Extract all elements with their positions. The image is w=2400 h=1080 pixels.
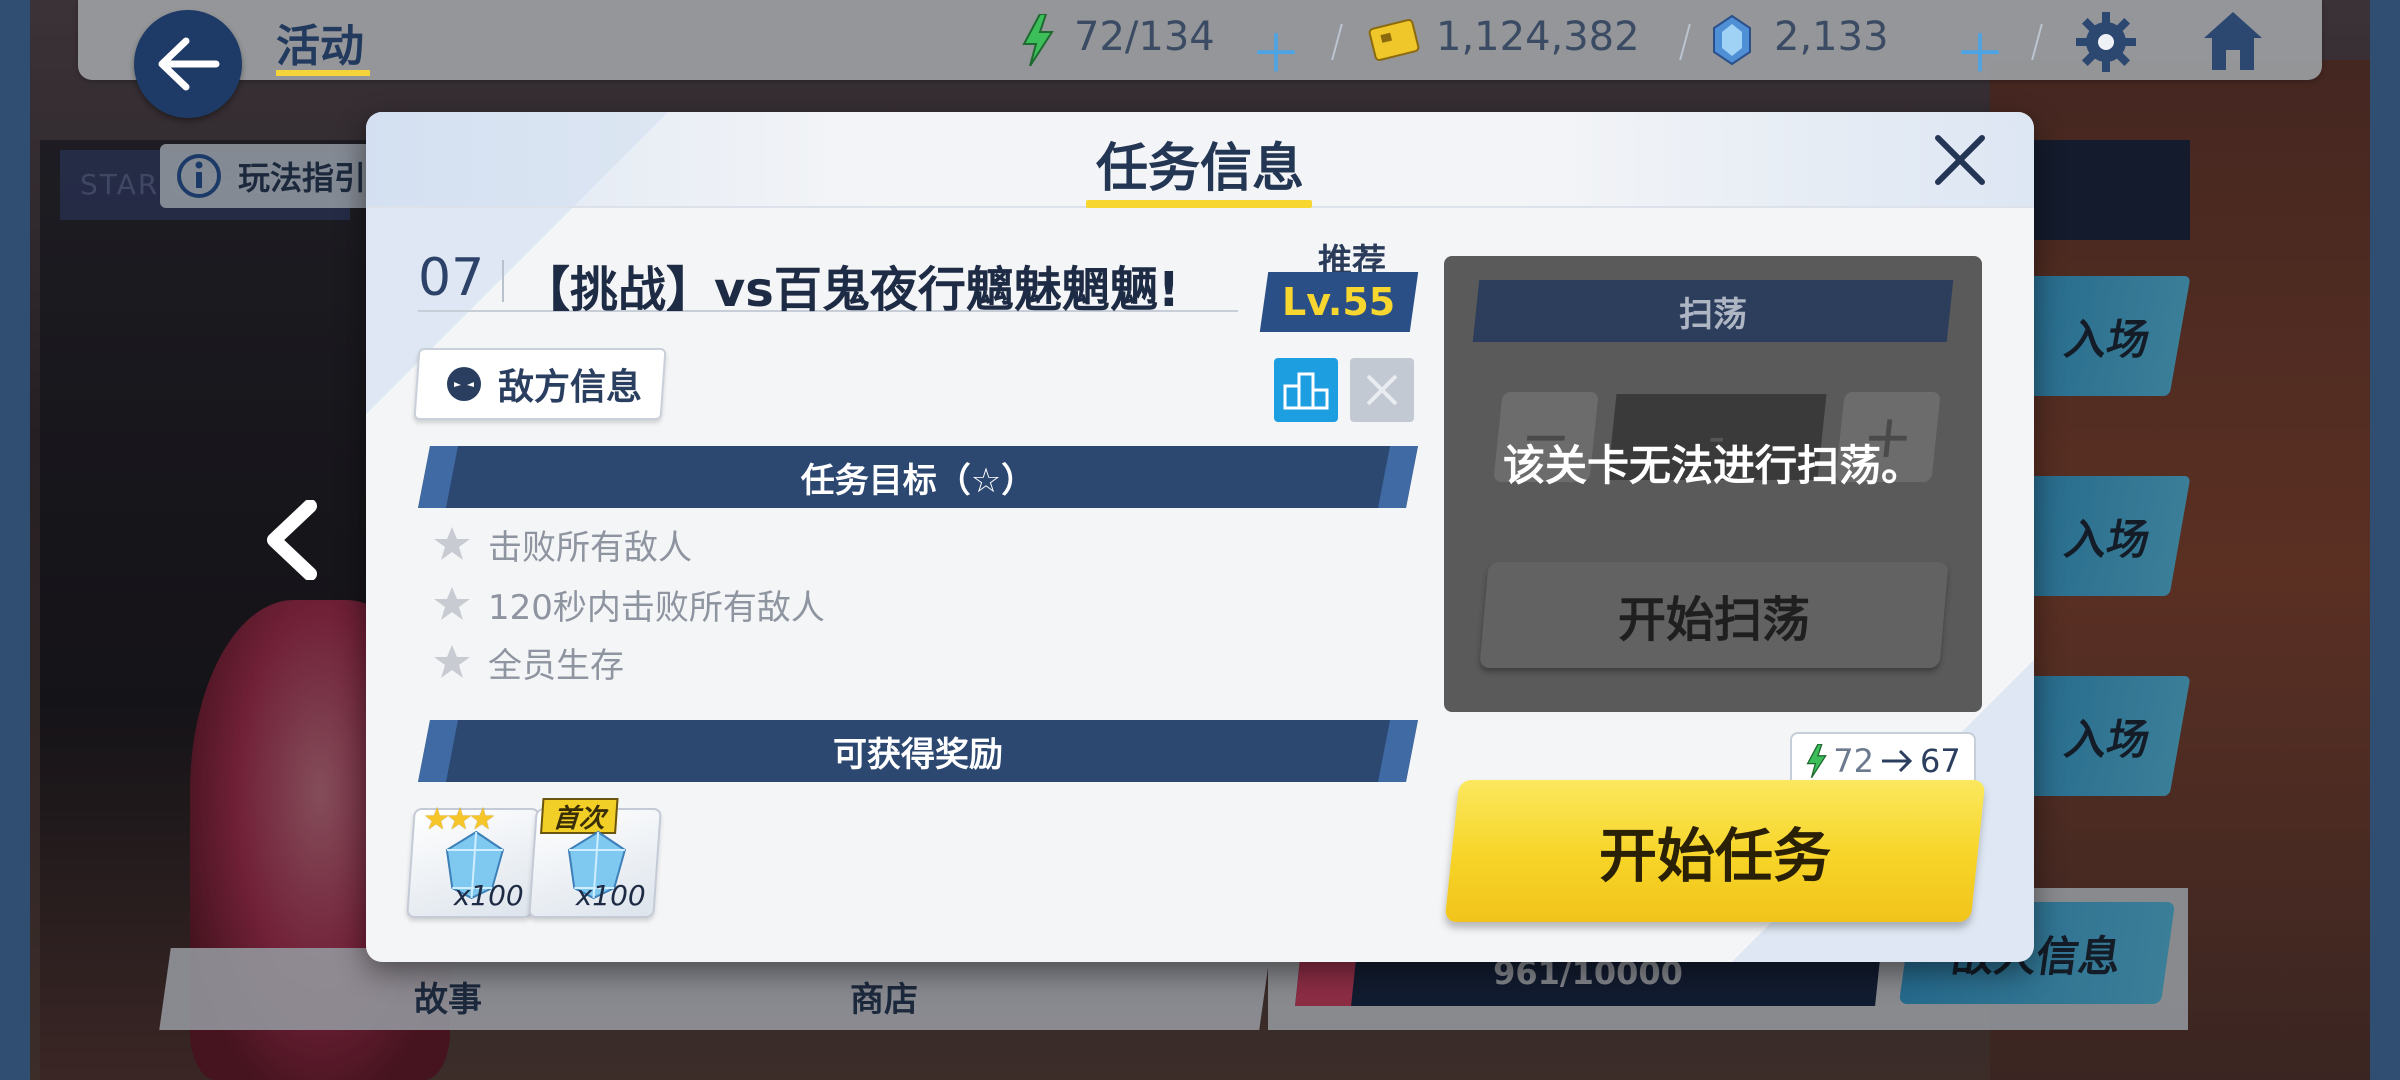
objective-item: 全员生存 [432, 638, 624, 686]
credits-counter: 1,124,382 [1436, 14, 1640, 60]
credit-card-icon [1368, 19, 1420, 61]
lightning-icon [1806, 744, 1828, 778]
title-underline [1086, 200, 1312, 208]
close-icon[interactable] [1930, 130, 1990, 190]
recommend-level-badge: Lv.55 [1259, 272, 1419, 332]
rewards-header-label: 可获得奖励 [833, 734, 1003, 775]
reward-item[interactable]: 首次 x100 [528, 798, 662, 918]
stage-number: 07 [418, 248, 485, 308]
star-outline-icon [434, 645, 470, 678]
first-clear-tag: 首次 [540, 798, 619, 834]
ap-counter: 72/134 [1074, 14, 1215, 60]
arrow-right-icon [1882, 749, 1913, 773]
start-mission-button[interactable]: 开始任务 [1444, 780, 1986, 922]
disabled-icon [1350, 358, 1414, 422]
objective-text: 120秒内击败所有敌人 [488, 587, 825, 628]
objectives-header: 任务目标（☆） [418, 446, 1418, 508]
building-icon [1283, 372, 1329, 410]
sweep-header: 扫荡 [1472, 280, 1954, 342]
terrain-city-icon[interactable] [1274, 358, 1338, 422]
reward-count: x100 [575, 879, 646, 912]
star-outline-icon [434, 527, 470, 560]
dialog-title: 任务信息 [1095, 139, 1304, 199]
arrow-left-icon [158, 37, 220, 91]
reward-item[interactable]: ★★★ x100 [406, 802, 540, 918]
chevron-left-icon[interactable] [262, 500, 322, 580]
objective-text: 全员生存 [488, 645, 624, 686]
start-mission-label: 开始任务 [1598, 822, 1831, 890]
cross-icon [1366, 374, 1398, 406]
sweep-unavailable-message: 该关卡无法进行扫荡。 [1502, 441, 1923, 490]
divider [502, 260, 504, 302]
star-outline-icon [434, 587, 470, 620]
recommend-level: Lv.55 [1282, 280, 1396, 324]
enemy-info-label: 敌方信息 [498, 367, 643, 408]
objective-item: 120秒内击败所有敌人 [432, 580, 825, 628]
ap-from: 72 [1833, 742, 1874, 780]
home-icon[interactable] [2200, 8, 2266, 74]
stage-title-row: 07 【挑战】vs百鬼夜行魑魅魍魉! [418, 248, 1238, 318]
add-ap-button[interactable]: ＋ [1250, 12, 1302, 87]
settings-gear-icon[interactable] [2074, 10, 2138, 74]
objective-text: 击败所有敌人 [488, 527, 692, 568]
title-underline [276, 70, 370, 76]
page-title: 活动 [276, 21, 364, 72]
sweep-header-label: 扫荡 [1679, 294, 1747, 335]
stage-name: 【挑战】vs百鬼夜行魑魅魍魉! [522, 262, 1180, 318]
gems-counter: 2,133 [1774, 14, 1889, 60]
enemy-skull-icon [447, 367, 481, 401]
back-button[interactable] [134, 10, 242, 118]
lightning-icon [1022, 14, 1054, 66]
enemy-info-button[interactable]: 敌方信息 [413, 348, 667, 420]
add-gems-button[interactable]: ＋ [1954, 12, 2006, 87]
start-sweep-label: 开始扫荡 [1617, 592, 1810, 648]
start-sweep-button[interactable]: 开始扫荡 [1479, 562, 1949, 668]
gem-icon [1713, 14, 1751, 66]
mission-info-dialog: 任务信息 07 【挑战】vs百鬼夜行魑魅魍魉! 推荐 Lv.55 敌方信息 任务… [366, 112, 2034, 962]
sweep-panel: 扫荡 − - + 该关卡无法进行扫荡。 开始扫荡 [1444, 256, 1982, 712]
rewards-header: 可获得奖励 [418, 720, 1418, 782]
ap-to: 67 [1920, 742, 1961, 780]
reward-count: x100 [453, 879, 524, 912]
objectives-header-label: 任务目标（☆） [800, 460, 1036, 501]
objective-item: 击败所有敌人 [432, 520, 692, 568]
